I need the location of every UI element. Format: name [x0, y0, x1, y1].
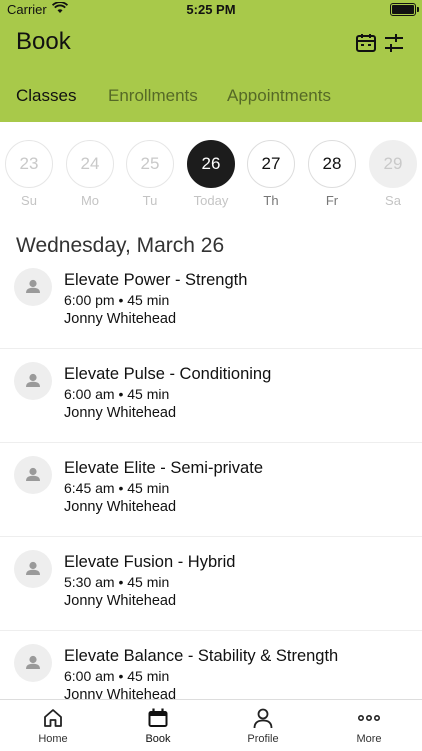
person-icon [26, 373, 40, 387]
avatar [14, 550, 52, 588]
tabbar-home[interactable]: Home [13, 706, 93, 745]
calendar-icon [148, 708, 168, 727]
class-time: 6:00 am • 45 min [64, 668, 170, 684]
person-icon [26, 279, 40, 293]
day-23[interactable]: 23 Su [5, 140, 53, 208]
day-27[interactable]: 27 Th [247, 140, 295, 208]
more-dots-icon [357, 715, 380, 722]
class-time: 5:30 am • 45 min [64, 574, 170, 590]
class-instructor: Jonny Whitehead [64, 405, 177, 421]
date-strip: 23 Su 24 Mo 25 Tu 26 Today 27 Th 28 Fr 29 Sa [0, 140, 422, 210]
class-name: Elevate Power - Strength [64, 271, 248, 289]
person-icon [253, 708, 273, 729]
avatar [14, 644, 52, 682]
segment-tabs: Classes Enrollments Appointments [0, 84, 422, 122]
bottom-tab-bar: Home Book Profile More [0, 699, 422, 751]
day-25[interactable]: 25 Tu [126, 140, 174, 208]
page-title: Book [16, 28, 71, 55]
class-name: Elevate Pulse - Conditioning [64, 365, 272, 383]
class-time: 6:45 am • 45 min [64, 480, 170, 496]
day-number: 24 [66, 140, 114, 188]
class-instructor: Jonny Whitehead [64, 593, 177, 609]
class-name: Elevate Balance - Stability & Strength [64, 647, 339, 665]
day-label: Mo [80, 193, 100, 208]
tabbar-more[interactable]: More [329, 706, 409, 745]
class-instructor: Jonny Whitehead [64, 311, 177, 327]
day-29[interactable]: 29 Sa [369, 140, 417, 208]
class-name: Elevate Fusion - Hybrid [64, 553, 236, 571]
class-time: 6:00 pm • 45 min [64, 292, 170, 308]
home-icon [44, 709, 62, 727]
day-number: 29 [369, 140, 417, 188]
tabbar-profile[interactable]: Profile [223, 706, 303, 745]
day-label: Th [263, 193, 279, 208]
tab-appointments[interactable]: Appointments [227, 86, 331, 106]
tabbar-label: Book [145, 733, 171, 745]
tabbar-book[interactable]: Book [118, 706, 198, 745]
class-row[interactable]: Elevate Pulse - Conditioning 6:00 am • 4… [0, 348, 422, 443]
day-28[interactable]: 28 Fr [308, 140, 356, 208]
day-label: Tu [142, 193, 158, 208]
person-icon [26, 561, 40, 575]
header: Carrier 5:25 PM Book Classes Enrollments… [0, 0, 422, 122]
avatar [14, 362, 52, 400]
person-icon [26, 655, 40, 669]
day-label: Fr [325, 193, 339, 208]
day-number: 27 [247, 140, 295, 188]
class-row[interactable]: Elevate Fusion - Hybrid 5:30 am • 45 min… [0, 536, 422, 631]
tabbar-label: Home [38, 733, 68, 745]
tab-classes[interactable]: Classes [16, 86, 76, 106]
class-row[interactable]: Elevate Elite - Semi-private 6:45 am • 4… [0, 442, 422, 537]
tabbar-label: More [356, 733, 382, 745]
day-number: 28 [308, 140, 356, 188]
avatar [14, 456, 52, 494]
tab-enrollments[interactable]: Enrollments [108, 86, 198, 106]
day-label: Today [193, 193, 229, 208]
status-bar: Carrier 5:25 PM [0, 0, 422, 20]
person-icon [26, 467, 40, 481]
calendar-icon[interactable] [355, 32, 377, 54]
day-26-selected[interactable]: 26 Today [187, 140, 235, 208]
battery-icon [390, 3, 419, 16]
tabbar-label: Profile [247, 733, 279, 745]
class-instructor: Jonny Whitehead [64, 499, 177, 515]
class-row[interactable]: Elevate Power - Strength 6:00 pm • 45 mi… [0, 254, 422, 349]
class-name: Elevate Elite - Semi-private [64, 459, 263, 477]
filter-sliders-icon[interactable] [383, 32, 405, 54]
status-time: 5:25 PM [186, 2, 236, 17]
avatar [14, 268, 52, 306]
day-number: 25 [126, 140, 174, 188]
day-label: Su [21, 193, 37, 208]
day-number: 26 [187, 140, 235, 188]
class-time: 6:00 am • 45 min [64, 386, 170, 402]
day-label: Sa [385, 193, 401, 208]
day-number: 23 [5, 140, 53, 188]
day-24[interactable]: 24 Mo [66, 140, 114, 208]
